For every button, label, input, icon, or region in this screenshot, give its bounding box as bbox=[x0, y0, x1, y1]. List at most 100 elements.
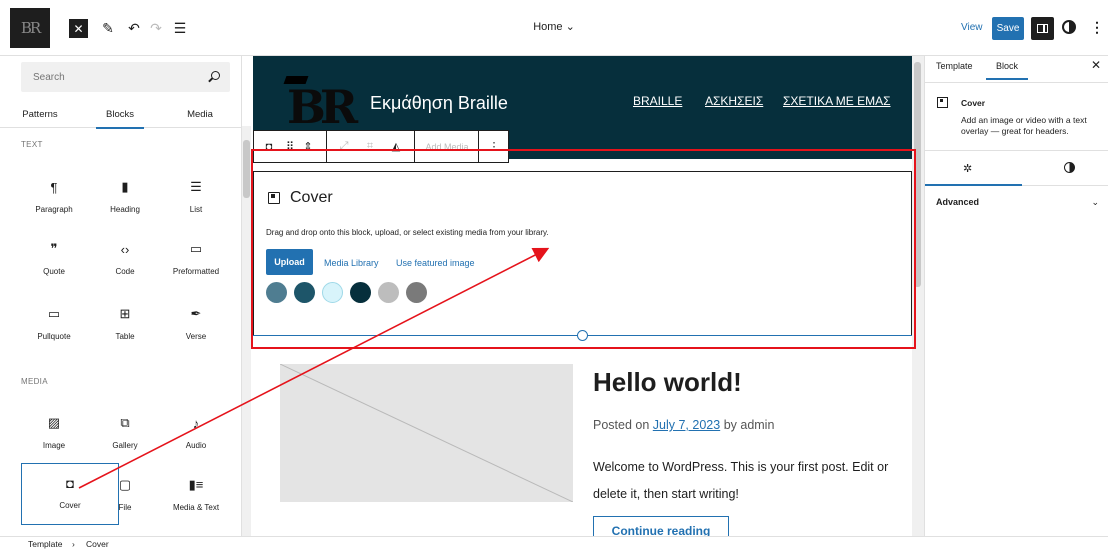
view-link[interactable]: View bbox=[961, 22, 983, 33]
block-card-description: Add an image or video with a text overla… bbox=[961, 115, 1087, 136]
color-swatch[interactable] bbox=[294, 282, 315, 303]
block-type-button[interactable]: ◘ bbox=[256, 131, 282, 162]
breadcrumb-cover[interactable]: Cover bbox=[86, 539, 109, 549]
block-label: Cover bbox=[59, 501, 81, 510]
block-label: Audio bbox=[185, 441, 207, 450]
block-gallery[interactable]: ⧉ Gallery bbox=[92, 404, 158, 460]
block-file[interactable]: ▢ File bbox=[92, 466, 158, 522]
styles-icon[interactable] bbox=[1064, 162, 1075, 173]
toolbar-divider bbox=[414, 131, 415, 162]
breadcrumb-template[interactable]: Template bbox=[28, 539, 63, 549]
site-title[interactable]: Εκμάθηση Braille bbox=[370, 93, 508, 114]
block-label: Media & Text bbox=[172, 503, 220, 512]
block-heading[interactable]: ▮ Heading bbox=[92, 168, 158, 224]
color-swatch[interactable] bbox=[350, 282, 371, 303]
post-featured-image[interactable] bbox=[279, 363, 574, 503]
pencil-icon: ✎ bbox=[102, 19, 114, 36]
upload-button[interactable]: Upload bbox=[266, 249, 313, 275]
color-swatch[interactable] bbox=[406, 282, 427, 303]
block-quote[interactable]: ❞ Quote bbox=[21, 230, 87, 286]
cover-resize-handle[interactable] bbox=[577, 330, 588, 341]
document-title-bar: Home ⌄ bbox=[0, 20, 1108, 33]
tab-block[interactable]: Block bbox=[985, 61, 1029, 80]
gear-icon[interactable]: ✲ bbox=[963, 162, 972, 175]
sidebar-icon bbox=[1037, 24, 1048, 33]
tab-blocks[interactable]: Blocks bbox=[80, 100, 160, 129]
media-library-button[interactable]: Media Library bbox=[324, 258, 379, 268]
color-swatch[interactable] bbox=[322, 282, 343, 303]
use-featured-image-button[interactable]: Use featured image bbox=[396, 258, 475, 268]
settings-toggle-button[interactable] bbox=[1031, 17, 1054, 40]
cover-placeholder[interactable]: Cover Drag and drop onto this block, upl… bbox=[253, 171, 912, 336]
block-pullquote[interactable]: ▭ Pullquote bbox=[21, 295, 87, 351]
search-input[interactable] bbox=[21, 62, 201, 92]
post-title[interactable]: Hello world! bbox=[593, 367, 742, 398]
block-label: Quote bbox=[43, 267, 65, 276]
settings-sidebar: Template Block ✕ Cover Add an image or v… bbox=[924, 56, 1108, 536]
post-date-link[interactable]: July 7, 2023 bbox=[653, 418, 720, 432]
block-settings-tabs: ✲ bbox=[925, 150, 1108, 186]
cover-icon: ◘ bbox=[66, 475, 74, 491]
color-swatch[interactable] bbox=[266, 282, 287, 303]
inserter-tabs: Patterns Blocks Media bbox=[0, 100, 242, 129]
drag-handle[interactable]: ⠿ bbox=[282, 131, 298, 162]
block-table[interactable]: ⊞ Table bbox=[92, 295, 158, 351]
duotone-button[interactable]: ◭ bbox=[384, 131, 408, 162]
nav-braille[interactable]: BRAILLE bbox=[633, 94, 682, 108]
styles-button[interactable] bbox=[1062, 20, 1076, 34]
toolbar-divider bbox=[478, 131, 479, 162]
full-height-button[interactable]: ⤢ bbox=[332, 131, 356, 162]
advanced-panel-toggle[interactable]: Advanced bbox=[936, 197, 979, 207]
more-vertical-icon: ⋮ bbox=[1090, 19, 1104, 35]
chevron-down-icon[interactable]: ⌄ bbox=[1091, 197, 1099, 208]
close-sidebar-button[interactable]: ✕ bbox=[1091, 58, 1101, 72]
block-preformatted[interactable]: ▭ Preformatted bbox=[163, 230, 229, 286]
nav-exercises[interactable]: ΑΣΚΗΣΕΙΣ bbox=[705, 94, 763, 108]
close-inserter-button[interactable]: ✕ bbox=[69, 19, 88, 38]
tab-media[interactable]: Media bbox=[160, 100, 240, 128]
duotone-icon: ◭ bbox=[391, 141, 401, 153]
options-menu-button[interactable]: ⋮ bbox=[1090, 19, 1104, 36]
add-media-button[interactable]: Add Media bbox=[416, 131, 478, 162]
move-buttons[interactable]: ⇕ bbox=[298, 131, 318, 162]
position-button[interactable]: ⌗ bbox=[358, 131, 382, 162]
top-toolbar: BR ✕ ✎ ↶ ↷ ☰ Home ⌄ View Save ⋮ bbox=[0, 0, 1108, 56]
tab-template[interactable]: Template bbox=[936, 61, 973, 71]
block-image[interactable]: ▨ Image bbox=[21, 404, 87, 460]
block-list[interactable]: ☰ List bbox=[163, 168, 229, 224]
category-text: TEXT bbox=[21, 140, 43, 149]
gallery-icon: ⧉ bbox=[120, 415, 130, 430]
document-overview-button[interactable]: ☰ bbox=[170, 17, 190, 39]
redo-button[interactable]: ↷ bbox=[146, 17, 166, 39]
editor-app: BR ✕ ✎ ↶ ↷ ☰ Home ⌄ View Save ⋮ Patterns… bbox=[0, 0, 1108, 551]
cover-instructions: Drag and drop onto this block, upload, o… bbox=[266, 228, 549, 237]
table-icon: ⊞ bbox=[119, 306, 131, 321]
save-button[interactable]: Save bbox=[992, 17, 1024, 40]
nav-about[interactable]: ΣΧΕΤΙΚΑ ΜΕ ΕΜΑΣ bbox=[783, 94, 891, 108]
site-logo[interactable]: BR bbox=[10, 8, 50, 48]
continue-reading-button[interactable]: Continue reading bbox=[593, 516, 729, 536]
tab-patterns[interactable]: Patterns bbox=[0, 100, 80, 128]
block-audio[interactable]: ♪ Audio bbox=[163, 404, 229, 460]
document-title[interactable]: Home ⌄ bbox=[533, 21, 575, 33]
canvas-scroll-thumb[interactable] bbox=[914, 62, 921, 287]
list-icon: ☰ bbox=[190, 179, 202, 194]
drag-icon: ⠿ bbox=[285, 141, 295, 153]
block-media-text[interactable]: ▮≡ Media & Text bbox=[163, 466, 229, 522]
undo-button[interactable]: ↶ bbox=[124, 17, 144, 39]
block-code[interactable]: ‹› Code bbox=[92, 230, 158, 286]
tools-button[interactable]: ✎ bbox=[98, 17, 118, 39]
block-options-button[interactable]: ⋮ bbox=[480, 131, 508, 162]
image-icon: ▨ bbox=[47, 415, 61, 430]
block-paragraph[interactable]: ¶ Paragraph bbox=[21, 168, 87, 224]
block-verse[interactable]: ✒ Verse bbox=[163, 295, 229, 351]
color-swatch[interactable] bbox=[378, 282, 399, 303]
fullscreen-icon: ⤢ bbox=[339, 140, 349, 152]
redo-icon: ↷ bbox=[150, 19, 162, 36]
cover-placeholder-title: Cover bbox=[268, 189, 333, 207]
inserter-scroll-thumb[interactable] bbox=[243, 140, 250, 198]
heading-icon: ▮ bbox=[121, 179, 129, 194]
code-icon: ‹› bbox=[120, 241, 130, 257]
block-label: List bbox=[189, 205, 203, 214]
audio-icon: ♪ bbox=[192, 415, 200, 431]
